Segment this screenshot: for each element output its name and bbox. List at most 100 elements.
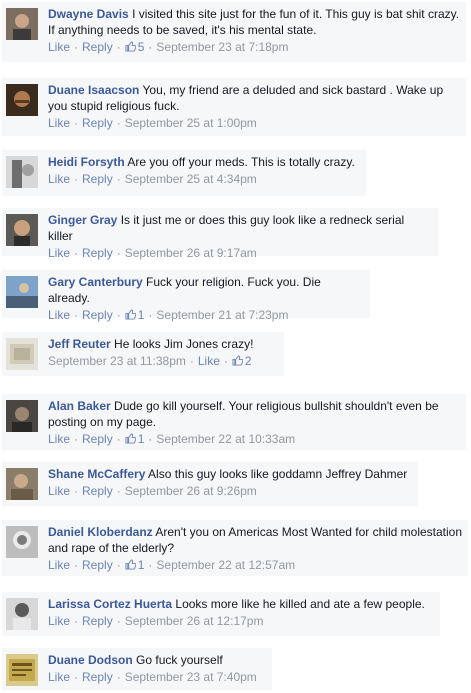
avatar[interactable] bbox=[6, 468, 38, 500]
like-count[interactable]: 2 bbox=[232, 354, 252, 368]
like-count[interactable]: 1 bbox=[125, 558, 144, 572]
reply-link[interactable]: Reply bbox=[82, 246, 113, 260]
comment-author[interactable]: Gary Canterbury bbox=[48, 275, 143, 289]
comment-actions: Like · Reply · September 23 at 7:40pm bbox=[48, 669, 266, 685]
like-count[interactable]: 1 bbox=[125, 432, 144, 446]
comment-item: Ginger Gray Is it just me or does this g… bbox=[2, 208, 438, 260]
timestamp[interactable]: September 25 at 1:00pm bbox=[125, 116, 257, 130]
like-link[interactable]: Like bbox=[198, 354, 220, 368]
comment-author[interactable]: Alan Baker bbox=[48, 399, 111, 413]
avatar[interactable] bbox=[6, 338, 38, 370]
separator: · bbox=[74, 432, 79, 446]
timestamp[interactable]: September 22 at 12:57am bbox=[156, 558, 295, 572]
comment-author[interactable]: Jeff Reuter bbox=[48, 337, 111, 351]
comment-item: Alan Baker Dude go kill yourself. Your r… bbox=[2, 394, 466, 450]
comment-actions: Like · Reply · September 26 at 12:17pm bbox=[48, 613, 434, 629]
comment-actions: Like · Reply · 5 · September 23 at 7:18pm bbox=[48, 39, 460, 55]
like-link[interactable]: Like bbox=[48, 246, 70, 260]
like-link[interactable]: Like bbox=[48, 670, 70, 684]
avatar[interactable] bbox=[6, 526, 38, 558]
like-count[interactable]: 1 bbox=[125, 308, 144, 322]
comment-item: Gary Canterbury Fuck your religion. Fuck… bbox=[2, 270, 370, 322]
reply-link[interactable]: Reply bbox=[82, 308, 113, 322]
timestamp[interactable]: September 23 at 7:18pm bbox=[156, 40, 288, 54]
separator: · bbox=[116, 670, 121, 684]
reply-link[interactable]: Reply bbox=[82, 614, 113, 628]
like-link[interactable]: Like bbox=[48, 614, 70, 628]
comment-author[interactable]: Duane Dodson bbox=[48, 653, 133, 667]
like-link[interactable]: Like bbox=[48, 172, 70, 186]
like-link[interactable]: Like bbox=[48, 308, 70, 322]
comment-author[interactable]: Ginger Gray bbox=[48, 213, 117, 227]
avatar[interactable] bbox=[6, 84, 38, 116]
comment-actions: Like · Reply · 1 · September 22 at 10:33am bbox=[48, 431, 460, 447]
reply-link[interactable]: Reply bbox=[82, 172, 113, 186]
timestamp[interactable]: September 26 at 12:17pm bbox=[125, 614, 264, 628]
avatar[interactable] bbox=[6, 598, 38, 630]
comment-text: Go fuck yourself bbox=[136, 653, 223, 667]
thumbs-up-icon bbox=[125, 41, 136, 52]
comment-text: Also this guy looks like goddamn Jeffrey… bbox=[148, 467, 408, 481]
comment-item: Daniel Kloberdanz Aren't you on Americas… bbox=[2, 520, 468, 576]
timestamp[interactable]: September 23 at 11:38pm bbox=[48, 354, 186, 368]
avatar[interactable] bbox=[6, 8, 38, 40]
separator: · bbox=[74, 558, 79, 572]
like-link[interactable]: Like bbox=[48, 558, 70, 572]
separator: · bbox=[74, 172, 79, 186]
avatar[interactable] bbox=[6, 400, 38, 432]
timestamp[interactable]: September 26 at 9:26pm bbox=[125, 484, 257, 498]
like-count[interactable]: 5 bbox=[125, 40, 144, 54]
like-link[interactable]: Like bbox=[48, 116, 70, 130]
comment-item: Jeff Reuter He looks Jim Jones crazy! Se… bbox=[2, 332, 284, 376]
separator: · bbox=[116, 116, 121, 130]
like-link[interactable]: Like bbox=[48, 40, 70, 54]
timestamp[interactable]: September 23 at 7:40pm bbox=[125, 670, 257, 684]
comment-author[interactable]: Shane McCaffery bbox=[48, 467, 145, 481]
thumbs-up-icon bbox=[125, 559, 136, 570]
timestamp[interactable]: September 26 at 9:17am bbox=[125, 246, 257, 260]
comment-author[interactable]: Heidi Forsyth bbox=[48, 155, 125, 169]
comment-text: He looks Jim Jones crazy! bbox=[114, 337, 254, 351]
separator: · bbox=[74, 308, 79, 322]
comment-item: Larissa Cortez Huerta Looks more like he… bbox=[2, 592, 440, 636]
reply-link[interactable]: Reply bbox=[82, 670, 113, 684]
comment-author[interactable]: Larissa Cortez Huerta bbox=[48, 597, 172, 611]
separator: · bbox=[116, 172, 121, 186]
separator: · bbox=[116, 40, 121, 54]
avatar[interactable] bbox=[6, 156, 38, 188]
reply-link[interactable]: Reply bbox=[82, 484, 113, 498]
separator: · bbox=[148, 558, 153, 572]
separator: · bbox=[116, 558, 121, 572]
timestamp[interactable]: September 25 at 4:34pm bbox=[125, 172, 257, 186]
comment-author[interactable]: Dwayne Davis bbox=[48, 7, 129, 21]
comment-actions: September 23 at 11:38pm · Like · 2 bbox=[48, 353, 278, 369]
separator: · bbox=[148, 432, 153, 446]
comment-actions: Like · Reply · September 26 at 9:26pm bbox=[48, 483, 412, 499]
separator: · bbox=[74, 116, 79, 130]
reply-link[interactable]: Reply bbox=[82, 432, 113, 446]
comment-author[interactable]: Duane Isaacson bbox=[48, 83, 139, 97]
like-link[interactable]: Like bbox=[48, 432, 70, 446]
separator: · bbox=[116, 246, 121, 260]
comment-text: Looks more like he killed and ate a few … bbox=[175, 597, 425, 611]
reply-link[interactable]: Reply bbox=[82, 40, 113, 54]
comment-author[interactable]: Daniel Kloberdanz bbox=[48, 525, 153, 539]
reply-link[interactable]: Reply bbox=[82, 116, 113, 130]
comment-actions: Like · Reply · 1 · September 21 at 7:23pm bbox=[48, 307, 364, 323]
separator: · bbox=[148, 40, 153, 54]
comment-actions: Like · Reply · September 26 at 9:17am bbox=[48, 245, 432, 261]
separator: · bbox=[74, 40, 79, 54]
comment-actions: Like · Reply · 1 · September 22 at 12:57am bbox=[48, 557, 462, 573]
separator: · bbox=[148, 308, 153, 322]
avatar[interactable] bbox=[6, 214, 38, 246]
avatar[interactable] bbox=[6, 276, 38, 308]
comment-actions: Like · Reply · September 25 at 1:00pm bbox=[48, 115, 460, 131]
separator: · bbox=[223, 354, 228, 368]
avatar[interactable] bbox=[6, 654, 38, 686]
reply-link[interactable]: Reply bbox=[82, 558, 113, 572]
like-link[interactable]: Like bbox=[48, 484, 70, 498]
timestamp[interactable]: September 22 at 10:33am bbox=[156, 432, 295, 446]
timestamp[interactable]: September 21 at 7:23pm bbox=[156, 308, 288, 322]
separator: · bbox=[189, 354, 194, 368]
thumbs-up-icon bbox=[232, 355, 243, 366]
